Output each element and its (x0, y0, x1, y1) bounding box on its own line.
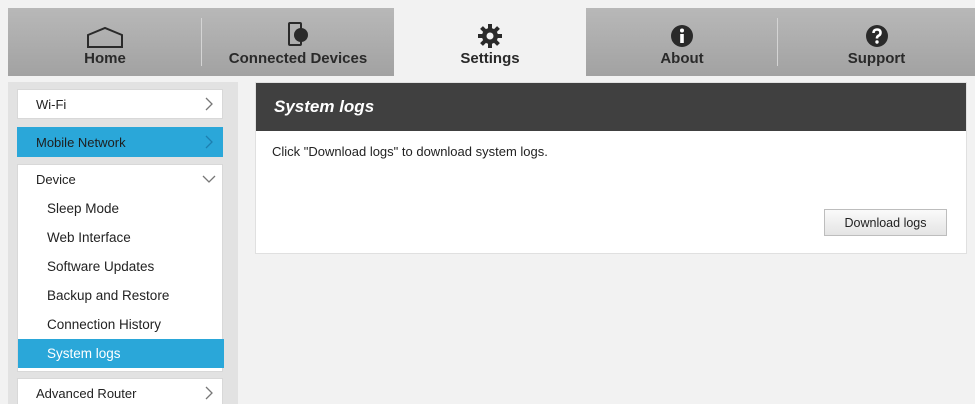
tab-support-label: Support (847, 50, 906, 67)
chevron-down-icon (202, 175, 216, 183)
tab-support[interactable]: Support (778, 8, 975, 76)
tab-settings-label: Settings (460, 50, 520, 67)
chevron-right-icon (205, 97, 213, 111)
top-nav: Home Connected Devices Settings About Su… (8, 8, 975, 76)
download-logs-button[interactable]: Download logs (824, 209, 947, 236)
gear-icon (478, 22, 502, 48)
tab-about[interactable]: About (586, 8, 778, 76)
submenu-item-software-updates[interactable]: Software Updates (18, 252, 224, 281)
sidebar-item-label: Advanced Router (36, 385, 137, 401)
submenu-item-connection-history[interactable]: Connection History (18, 310, 224, 339)
sidebar-item-advanced-router[interactable]: Advanced Router (17, 378, 223, 404)
tab-settings[interactable]: Settings (394, 8, 586, 76)
panel-header: System logs (256, 83, 966, 131)
info-icon (670, 22, 694, 48)
device-submenu: Sleep Mode Web Interface Software Update… (17, 192, 224, 372)
tab-about-label: About (660, 50, 704, 67)
submenu-item-system-logs[interactable]: System logs (18, 339, 224, 368)
sidebar-item-device[interactable]: Device (17, 164, 223, 194)
tab-home-label: Home (84, 50, 126, 67)
submenu-item-sleep-mode[interactable]: Sleep Mode (18, 194, 224, 223)
sidebar-item-label: Device (36, 172, 76, 187)
page-title: System logs (274, 97, 375, 116)
sidebar: Wi-Fi Mobile Network Device Sleep Mode W… (8, 82, 238, 404)
tab-connected-devices-label: Connected Devices (228, 50, 368, 67)
panel-description: Click "Download logs" to download system… (272, 144, 548, 159)
sidebar-item-wifi[interactable]: Wi-Fi (17, 89, 223, 119)
chevron-right-icon (205, 135, 213, 149)
home-icon (86, 22, 124, 48)
help-icon (865, 22, 889, 48)
connected-devices-icon (285, 22, 311, 48)
submenu-item-web-interface[interactable]: Web Interface (18, 223, 224, 252)
tab-home[interactable]: Home (8, 8, 202, 76)
sidebar-item-label: Wi-Fi (36, 96, 67, 112)
submenu-item-backup-restore[interactable]: Backup and Restore (18, 281, 224, 310)
sidebar-item-mobile-network[interactable]: Mobile Network (17, 127, 223, 157)
sidebar-item-label: Mobile Network (36, 134, 126, 150)
chevron-right-icon (205, 386, 213, 400)
system-logs-panel: System logs Click "Download logs" to dow… (255, 82, 967, 254)
tab-connected-devices[interactable]: Connected Devices (202, 8, 394, 76)
